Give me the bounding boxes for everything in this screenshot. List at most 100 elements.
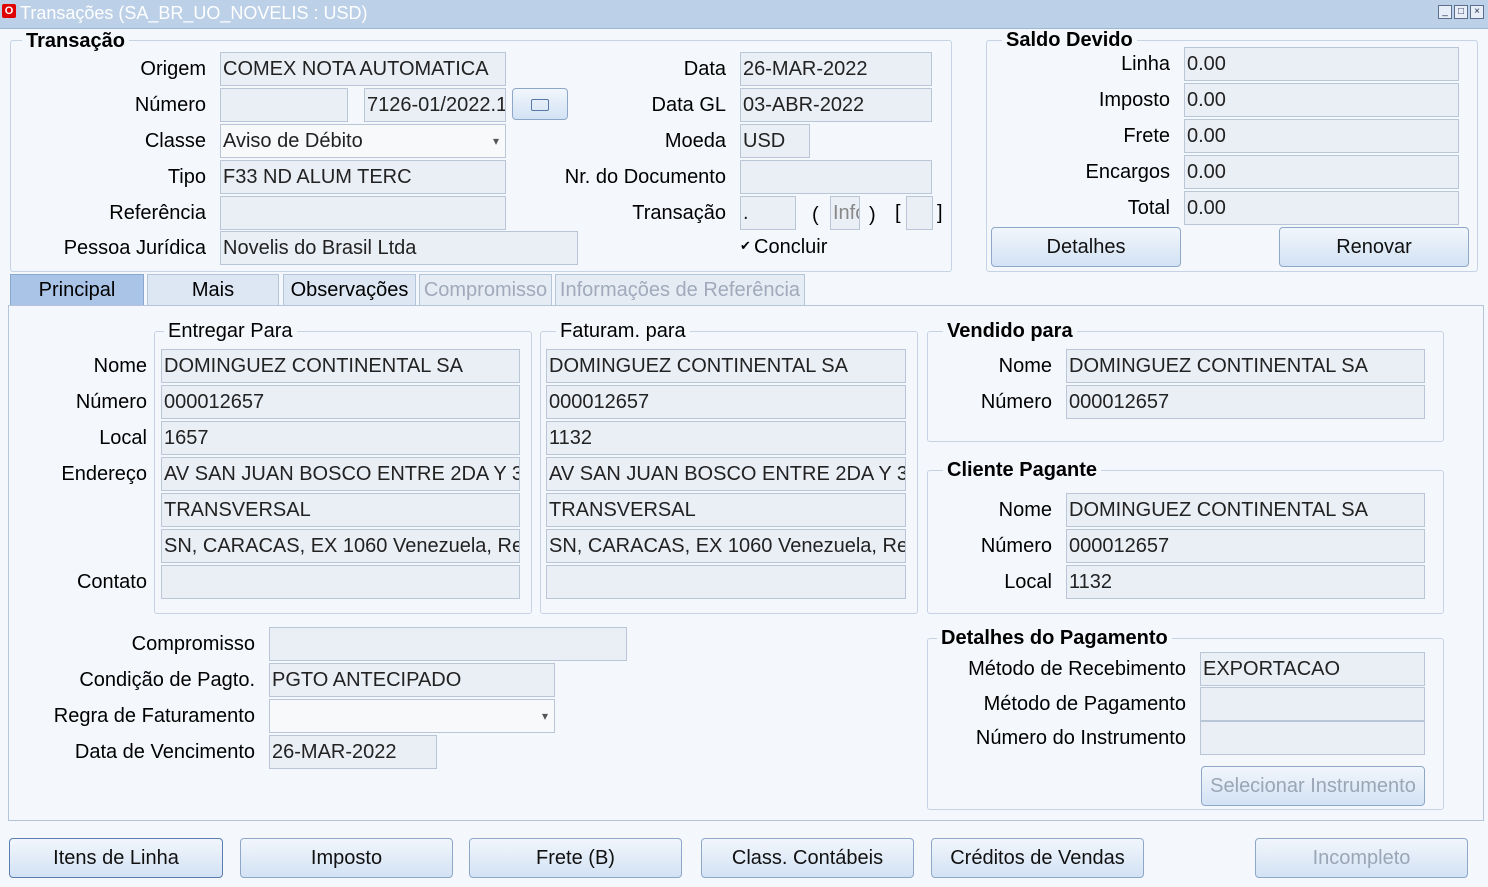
transacao-bracket-field[interactable] [906,196,933,230]
pessoa-field[interactable]: Novelis do Brasil Ltda [220,231,578,265]
faturam-numero-field[interactable]: 000012657 [546,385,906,419]
entregar-contato-field[interactable] [161,565,520,599]
vendido-title: Vendido para [943,320,1077,343]
saldo-frete-field[interactable]: 0.00 [1184,119,1459,153]
saldo-title: Saldo Devido [1002,29,1137,52]
faturam-endereco-1[interactable]: AV SAN JUAN BOSCO ENTRE 2DA Y 3 [546,457,906,491]
numero-label: Número [134,94,206,116]
datagl-field[interactable]: 03-ABR-2022 [740,88,932,122]
entregar-endereco-3[interactable]: SN, CARACAS, EX 1060 Venezuela, Rep [161,529,520,563]
saldo-linha-field[interactable]: 0.00 [1184,47,1459,81]
regra-label: Regra de Faturamento [53,705,255,727]
numero-label-2: Número [75,391,147,413]
recebimento-field[interactable]: EXPORTACAO [1200,652,1425,686]
selecionar-instrumento-button[interactable]: Selecionar Instrumento [1201,766,1425,806]
faturam-contato-field[interactable] [546,565,906,599]
transacao-info-field[interactable]: Info [830,196,860,230]
creditos-vendas-button[interactable]: Créditos de Vendas [931,838,1144,878]
tipo-field[interactable]: F33 ND ALUM TERC [220,160,506,194]
tab-compromisso[interactable]: Compromisso [419,274,552,305]
nome-label: Nome [93,355,147,377]
tipo-label: Tipo [167,166,206,188]
cliente-local-field[interactable]: 1132 [1066,565,1425,599]
nrdoc-field[interactable] [740,160,932,194]
referencia-label: Referência [109,202,206,224]
entregar-endereco-1[interactable]: AV SAN JUAN BOSCO ENTRE 2DA Y 3 [161,457,520,491]
saldo-imposto-field[interactable]: 0.00 [1184,83,1459,117]
moeda-field[interactable]: USD [740,124,810,158]
faturam-title: Faturam. para [556,320,690,343]
origem-field[interactable]: COMEX NOTA AUTOMATICA [220,52,506,86]
entregar-local-field[interactable]: 1657 [161,421,520,455]
saldo-linha-label: Linha [1121,53,1170,75]
referencia-field[interactable] [220,196,506,230]
vencimento-field[interactable]: 26-MAR-2022 [269,735,437,769]
datagl-label: Data GL [651,94,726,116]
minimize-icon[interactable]: _ [1438,5,1452,19]
saldo-imposto-label: Imposto [1098,89,1170,111]
cliente-local-label: Local [1004,571,1052,593]
itens-de-linha-button[interactable]: Itens de Linha [9,838,223,878]
concluir-checkbox[interactable]: ✔ [740,238,751,254]
transacao-title: Transação [22,30,129,53]
contato-label: Contato [76,571,147,593]
vendido-nome-label: Nome [998,355,1052,377]
renovar-button[interactable]: Renovar [1279,227,1469,267]
paren-close: ) [869,204,876,226]
cliente-title: Cliente Pagante [943,459,1102,482]
condicao-label: Condição de Pagto. [79,669,255,691]
faturam-endereco-2[interactable]: TRANSVERSAL [546,493,906,527]
entregar-nome-field[interactable]: DOMINGUEZ CONTINENTAL SA [161,349,520,383]
regra-select[interactable] [269,699,555,733]
numero-field-1[interactable] [220,88,348,122]
entregar-numero-field[interactable]: 000012657 [161,385,520,419]
transacao-num-label: Transação [632,202,726,224]
cliente-numero-field[interactable]: 000012657 [1066,529,1425,563]
window-titlebar: O Transações (SA_BR_UO_NOVELIS : USD) _ … [0,0,1488,29]
vendido-numero-field[interactable]: 000012657 [1066,385,1425,419]
concluir-label: Concluir [754,236,828,258]
saldo-total-label: Total [1127,197,1170,219]
numero-field-2[interactable]: 7126-01/2022.1 [364,88,506,122]
faturam-nome-field[interactable]: DOMINGUEZ CONTINENTAL SA [546,349,906,383]
saldo-encargos-field[interactable]: 0.00 [1184,155,1459,189]
entregar-endereco-2[interactable]: TRANSVERSAL [161,493,520,527]
data-field[interactable]: 26-MAR-2022 [740,52,932,86]
bracket-open: [ [895,202,901,224]
faturam-local-field[interactable]: 1132 [546,421,906,455]
instrumento-field[interactable] [1200,721,1425,755]
classe-label: Classe [144,130,206,152]
metodo-pagamento-field[interactable] [1200,687,1425,721]
saldo-total-field[interactable]: 0.00 [1184,191,1459,225]
cliente-nome-field[interactable]: DOMINGUEZ CONTINENTAL SA [1066,493,1425,527]
bracket-close: ] [937,202,943,224]
entregar-title: Entregar Para [164,320,297,343]
condicao-field[interactable]: PGTO ANTECIPADO [269,663,555,697]
oracle-app-icon: O [2,4,16,18]
maximize-icon[interactable]: □ [1454,5,1468,19]
frete-button[interactable]: Frete (B) [469,838,682,878]
moeda-label: Moeda [664,130,726,152]
vendido-nome-field[interactable]: DOMINGUEZ CONTINENTAL SA [1066,349,1425,383]
classe-select[interactable]: Aviso de Débito [220,124,506,158]
pagamento-title: Detalhes do Pagamento [937,627,1172,650]
tab-principal[interactable]: Principal [10,274,144,305]
tab-informacoes-referencia[interactable]: Informações de Referência [555,274,805,305]
incompleto-button[interactable]: Incompleto [1255,838,1468,878]
tab-mais[interactable]: Mais [147,274,279,305]
imposto-button[interactable]: Imposto [240,838,453,878]
data-label: Data [683,58,726,80]
detalhes-button[interactable]: Detalhes [991,227,1181,267]
saldo-encargos-label: Encargos [1085,161,1171,183]
class-contabeis-button[interactable]: Class. Contábeis [701,838,914,878]
compromisso-label: Compromisso [131,633,255,655]
transacao-num-field[interactable]: . [740,196,796,230]
close-icon[interactable]: × [1470,5,1484,19]
tab-observacoes[interactable]: Observações [283,274,416,305]
pessoa-label: Pessoa Jurídica [63,237,206,259]
faturam-endereco-3[interactable]: SN, CARACAS, EX 1060 Venezuela, Rep [546,529,906,563]
instrumento-label: Número do Instrumento [975,727,1186,749]
nrdoc-label: Nr. do Documento [564,166,726,188]
compromisso-field[interactable] [269,627,627,661]
window-title: Transações (SA_BR_UO_NOVELIS : USD) [20,3,368,23]
